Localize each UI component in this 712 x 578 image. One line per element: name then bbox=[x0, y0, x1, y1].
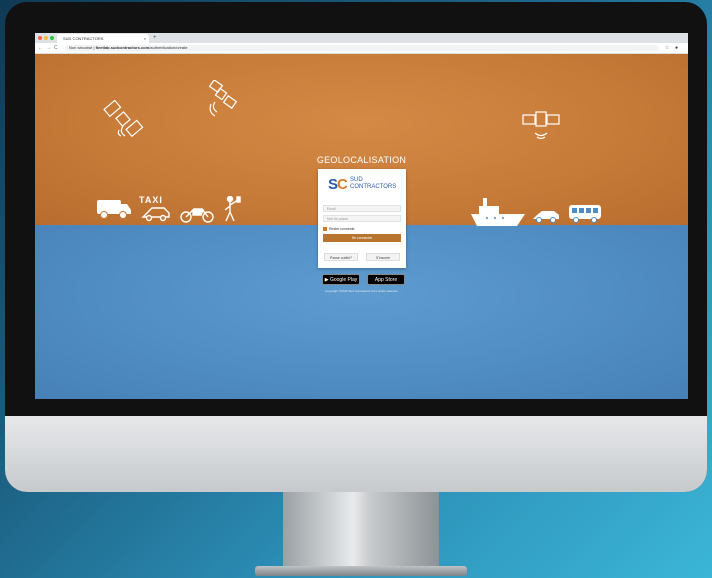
monitor-stand-base bbox=[255, 566, 467, 576]
tab-title: SUD CONTRACTORS bbox=[63, 36, 104, 41]
window-maximize-dot[interactable] bbox=[50, 36, 54, 40]
company-logo: SC SUD CONTRACTORS bbox=[328, 175, 398, 195]
password-field[interactable]: Mot de passe bbox=[323, 215, 401, 222]
logo-mark: SC bbox=[328, 176, 348, 193]
google-play-badge[interactable]: ▶ Google Play bbox=[322, 274, 360, 285]
satellite-icon-3 bbox=[521, 109, 561, 149]
address-bar-row: ← → C Non sécurisé | fleetlab.sudcontrac… bbox=[35, 43, 688, 54]
window-minimize-dot[interactable] bbox=[44, 36, 48, 40]
login-page: TAXI GEOLOCALISATION SC SUD CONTRACTORS … bbox=[35, 54, 688, 399]
register-button[interactable]: S'inscrire bbox=[366, 253, 400, 261]
email-field[interactable]: Email bbox=[323, 205, 401, 212]
page-title: GEOLOCALISATION bbox=[316, 155, 407, 165]
profile-icon[interactable]: ● bbox=[675, 43, 678, 53]
car-icon bbox=[532, 209, 560, 223]
satellite-icon-2 bbox=[205, 80, 241, 120]
monitor-stand bbox=[283, 492, 439, 570]
forward-icon[interactable]: → bbox=[46, 43, 51, 53]
login-card: SC SUD CONTRACTORS Email Mot de passe Re… bbox=[318, 169, 406, 268]
screen: SUD CONTRACTORS × + ← → C Non sécurisé |… bbox=[35, 33, 688, 399]
logo-text: SUD CONTRACTORS bbox=[350, 177, 397, 190]
bus-icon bbox=[568, 204, 602, 224]
security-label: Non sécurisé bbox=[69, 45, 93, 50]
remember-label: Rester connecté bbox=[329, 227, 355, 231]
copyright-text: Copyright ©2016 Sud Contractors Tous dro… bbox=[325, 289, 398, 293]
monitor-chin bbox=[5, 416, 707, 492]
checkbox-icon[interactable] bbox=[323, 227, 327, 232]
window-close-dot[interactable] bbox=[38, 36, 42, 40]
tab-close-icon[interactable]: × bbox=[144, 34, 146, 43]
login-button[interactable]: Se connecter bbox=[323, 234, 401, 242]
url-host: fleetlab.sudcontractors.com bbox=[95, 45, 150, 50]
pedestrian-phone-icon bbox=[221, 196, 243, 222]
van-icon bbox=[97, 198, 131, 220]
url-field[interactable]: Non sécurisé | fleetlab.sudcontractors.c… bbox=[65, 45, 659, 51]
new-tab-button[interactable]: + bbox=[153, 33, 157, 43]
motorcycle-icon bbox=[179, 204, 215, 224]
taxi-label: TAXI bbox=[139, 195, 163, 205]
remember-me-checkbox[interactable]: Rester connecté bbox=[323, 227, 355, 232]
taxi-car-icon bbox=[141, 206, 171, 222]
app-store-badge[interactable]: App Store bbox=[367, 274, 405, 285]
browser-tab[interactable]: SUD CONTRACTORS × bbox=[57, 34, 149, 43]
browser-tab-bar: SUD CONTRACTORS × + bbox=[35, 33, 688, 43]
satellite-icon bbox=[101, 100, 147, 140]
back-icon[interactable]: ← bbox=[38, 43, 43, 53]
url-path: /authentication/create bbox=[149, 45, 188, 50]
reload-icon[interactable]: C bbox=[54, 43, 58, 53]
forgot-password-button[interactable]: Passe oublié? bbox=[324, 253, 358, 261]
ship-icon bbox=[471, 194, 525, 228]
bookmark-star-icon[interactable]: ☆ bbox=[665, 43, 669, 53]
